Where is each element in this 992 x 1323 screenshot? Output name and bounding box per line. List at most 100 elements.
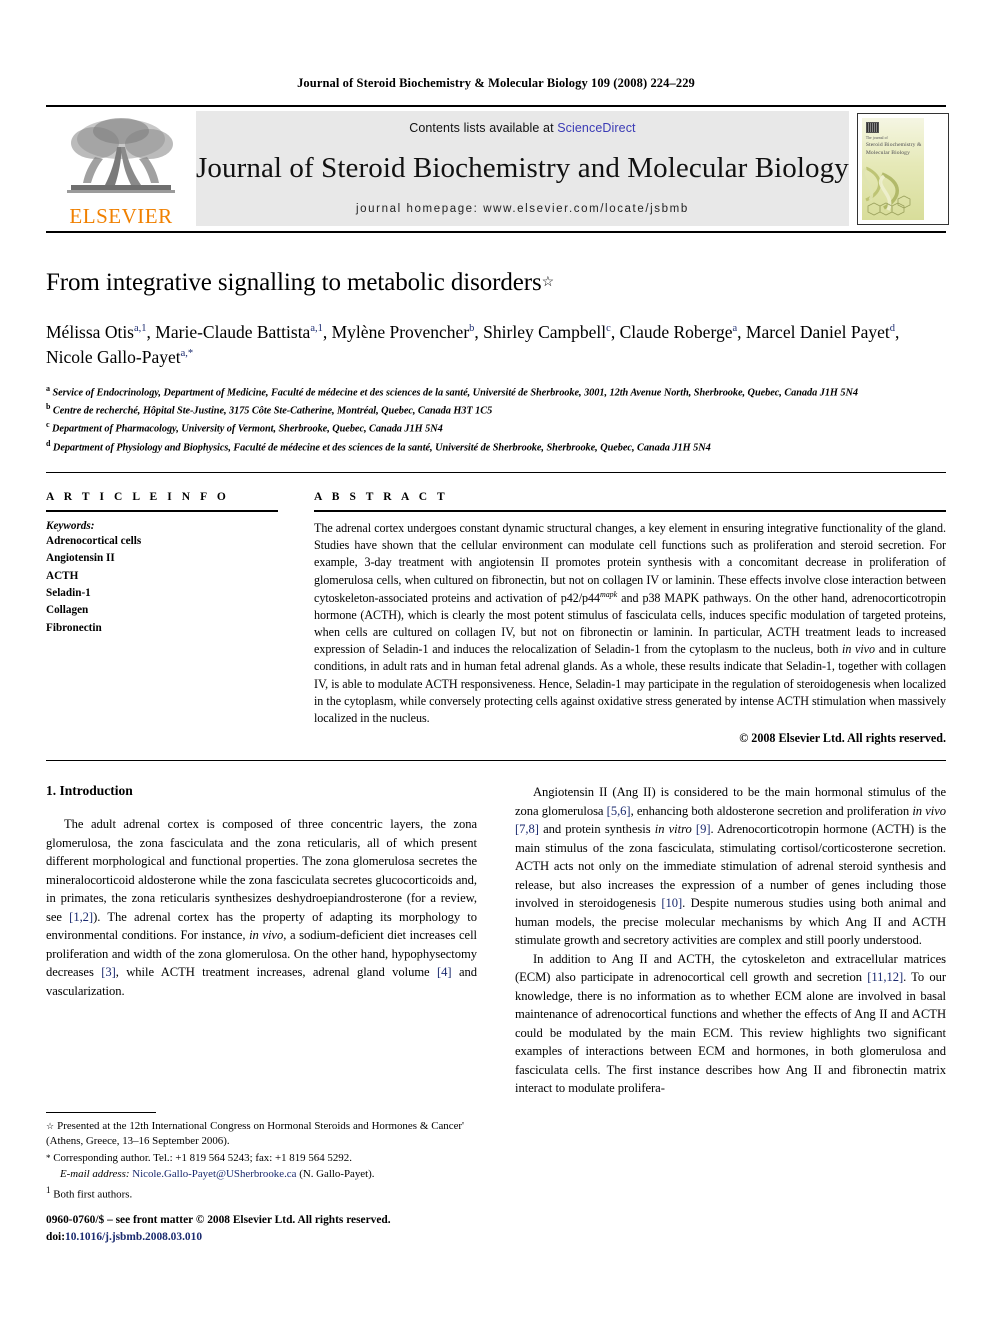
intro-paragraph-left: The adult adrenal cortex is composed of …: [46, 815, 477, 1000]
citation-ref-11-12[interactable]: [11,12]: [867, 970, 903, 984]
journal-cover-block: The journal of Steroid Biochemistry & Mo…: [848, 107, 957, 231]
footnote-star-icon: ☆: [46, 1121, 55, 1131]
affiliation-item: b Centre de recherché, Hôpital Ste-Justi…: [46, 401, 946, 419]
doi-label: doi:: [46, 1230, 65, 1243]
intro-left-italic-in-vivo: in vivo: [249, 928, 284, 943]
author-name: Mélissa Otis: [46, 321, 134, 342]
affiliation-text: Department of Pharmacology, University o…: [49, 423, 443, 435]
keyword-list: Adrenocortical cells Angiotensin II ACTH Se…: [46, 533, 278, 637]
journal-title: Journal of Steroid Biochemistry and Mole…: [196, 151, 849, 184]
author-separator: ,: [610, 321, 620, 342]
author-affiliation-marker: a,1: [134, 322, 147, 334]
footnote-divider: [46, 1112, 156, 1113]
journal-homepage-line[interactable]: journal homepage: www.elsevier.com/locat…: [356, 203, 689, 215]
intro-right2-text-b: . To our knowledge, there is no informat…: [515, 970, 947, 1096]
elsevier-logo-block: ELSEVIER: [46, 107, 196, 231]
footnote-one-text: Both first authors.: [50, 1188, 133, 1201]
footnote-corresponding-text: Corresponding author. Tel.: +1 819 564 5…: [50, 1151, 352, 1164]
journal-masthead: ELSEVIER Contents lists available at Sci…: [46, 105, 957, 233]
intro-right-text-d: and protein synthesis: [538, 822, 655, 837]
citation-ref-9[interactable]: [9]: [696, 822, 711, 836]
intro-right-text-b: , enhancing both aldosterone secretion a…: [630, 803, 913, 818]
cover-publisher-tiny: The journal of: [865, 136, 888, 140]
author-separator: ,: [894, 321, 900, 342]
intro-right-italic-in-vivo: in vivo: [912, 803, 946, 818]
citation-ref-3[interactable]: [3]: [101, 965, 116, 979]
cover-elsevier-icon: [865, 122, 879, 133]
section-heading-introduction: 1. Introduction: [46, 783, 133, 799]
keyword-item: ACTH: [46, 569, 79, 582]
affiliation-list: a Service of Endocrinology, Department o…: [46, 383, 946, 457]
contents-prefix: Contents lists available at: [409, 120, 558, 135]
abstract-rule: [314, 510, 946, 512]
author-separator: ,: [737, 321, 746, 342]
footnote-star: ☆ Presented at the 12th International Co…: [46, 1119, 464, 1150]
elsevier-tree-icon: [67, 118, 175, 193]
email-suffix: (N. Gallo-Payet).: [296, 1168, 375, 1181]
intro-paragraph-right-1: Angiotensin II (Ang II) is considered to…: [515, 783, 946, 950]
keyword-item: Collagen: [46, 604, 89, 617]
citation-ref-10[interactable]: [10]: [661, 896, 682, 910]
journal-cover-thumbnail: The journal of Steroid Biochemistry & Mo…: [856, 113, 949, 225]
article-info-label: A R T I C L E I N F O: [46, 491, 230, 503]
masthead-center: Contents lists available at ScienceDirec…: [196, 111, 849, 226]
body-column-left: 1. Introduction The adult adrenal cortex…: [46, 783, 477, 1098]
affiliation-item: d Department of Physiology and Biophysic…: [46, 438, 946, 456]
cover-art-area: The journal of Steroid Biochemistry & Mo…: [861, 118, 924, 220]
keyword-item: Fibronectin: [46, 621, 102, 634]
abstract-italic-in-vivo: in vivo: [842, 642, 875, 657]
keywords-heading: Keywords:: [46, 520, 95, 532]
keyword-item: Seladin-1: [46, 587, 91, 600]
intro-paragraph-right-2: In addition to Ang II and ACTH, the cyto…: [515, 950, 946, 1098]
doi-link[interactable]: 10.1016/j.jsbmb.2008.03.010: [65, 1231, 202, 1243]
footnote-block: ☆ Presented at the 12th International Co…: [46, 1112, 464, 1204]
abstract-column: A B S T R A C T The adrenal cortex under…: [314, 491, 946, 746]
affiliation-text: Department of Physiology and Biophysics,…: [50, 442, 711, 454]
article-info-column: A R T I C L E I N F O Keywords: Adrenoco…: [46, 491, 278, 746]
affiliation-text: Centre de recherché, Hôpital Ste-Justine…: [50, 405, 493, 417]
citation-ref-4[interactable]: [4]: [437, 965, 452, 979]
author-name: Nicole Gallo-Payet: [46, 347, 181, 368]
author-list: Mélissa Otisa,1, Marie-Claude Battistaa,…: [46, 320, 946, 371]
intro-left-text-a: The adult adrenal cortex is composed of …: [46, 817, 477, 924]
email-label: E-mail address:: [60, 1168, 130, 1181]
contents-available-line: Contents lists available at ScienceDirec…: [409, 121, 635, 135]
body-column-right: Angiotensin II (Ang II) is considered to…: [515, 783, 946, 1098]
paper-page: Journal of Steroid Biochemistry & Molecu…: [0, 0, 992, 1323]
author-affiliation-marker: a,*: [180, 348, 194, 360]
page-title: From integrative signalling to metabolic…: [46, 269, 946, 298]
header-divider: [46, 472, 946, 473]
elsevier-wordmark: ELSEVIER: [69, 204, 173, 228]
doi-line: doi:10.1016/j.jsbmb.2008.03.010: [46, 1229, 476, 1246]
footnote-star-text: Presented at the 12th International Cong…: [46, 1120, 464, 1148]
citation-ref-5-6[interactable]: [5,6]: [607, 804, 631, 818]
footnote-email-line: E-mail address: Nicole.Gallo-Payet@USher…: [46, 1167, 464, 1182]
email-link[interactable]: Nicole.Gallo-Payet@USherbrooke.ca: [132, 1168, 296, 1180]
keyword-item: Adrenocortical cells: [46, 535, 142, 547]
running-head: Journal of Steroid Biochemistry & Molecu…: [297, 76, 695, 90]
abstract-copyright: © 2008 Elsevier Ltd. All rights reserved…: [739, 731, 946, 746]
dna-helix-icon: [861, 166, 911, 216]
body-columns: 1. Introduction The adult adrenal cortex…: [46, 783, 946, 1098]
imprint-block: 0960-0760/$ – see front matter © 2008 El…: [46, 1212, 476, 1245]
cover-journal-title: Steroid Biochemistry & Molecular Biology: [865, 142, 922, 157]
citation-ref-7-8[interactable]: [7,8]: [515, 822, 539, 836]
author-separator: ,: [474, 321, 484, 342]
abstract-divider: [46, 760, 946, 762]
sciencedirect-link[interactable]: ScienceDirect: [557, 121, 635, 135]
author-name: Mylène Provencher: [331, 321, 470, 342]
abstract-label: A B S T R A C T: [314, 491, 449, 503]
affiliation-item: a Service of Endocrinology, Department o…: [46, 383, 946, 401]
citation-ref-1-2[interactable]: [1,2]: [69, 910, 93, 924]
article-info-rule: [46, 510, 278, 512]
paper-title-text: From integrative signalling to metabolic…: [46, 269, 542, 296]
article-header: From integrative signalling to metabolic…: [46, 269, 946, 456]
author-name: Claude Roberge: [619, 321, 733, 342]
abstract-text: The adrenal cortex undergoes constant dy…: [314, 520, 946, 727]
author-name: Shirley Campbell: [483, 321, 607, 342]
affiliation-text: Service of Endocrinology, Department of …: [49, 386, 858, 398]
imprint-line: 0960-0760/$ – see front matter © 2008 El…: [46, 1214, 391, 1226]
footnote-both-first-authors: 1 Both first authors.: [46, 1184, 464, 1203]
author-affiliation-marker: a,1: [310, 322, 323, 334]
info-abstract-region: A R T I C L E I N F O Keywords: Adrenoco…: [46, 491, 946, 746]
